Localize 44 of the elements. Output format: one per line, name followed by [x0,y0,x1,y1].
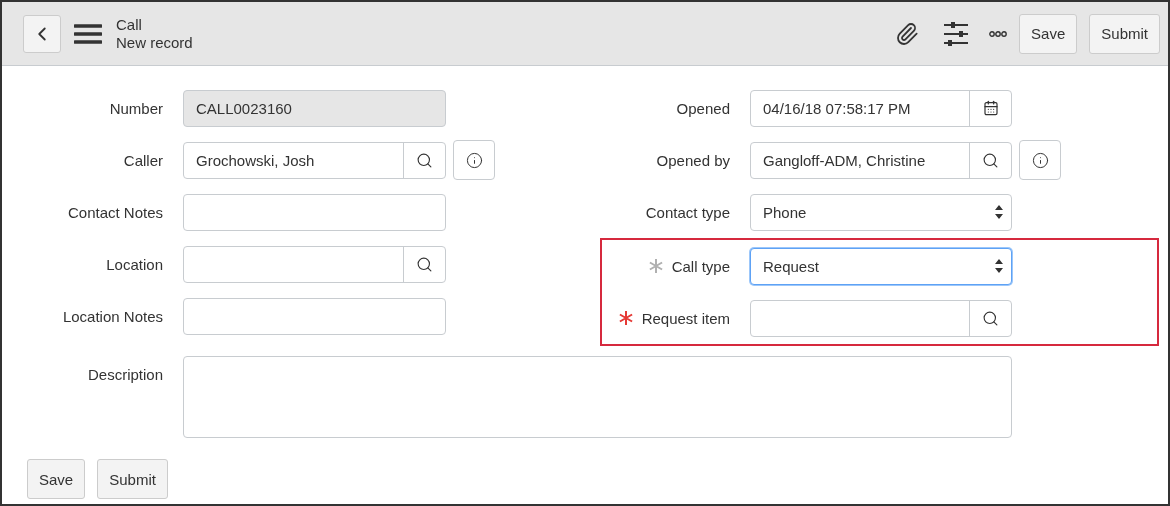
form-subtitle: New record [116,33,194,52]
search-icon[interactable] [416,255,433,273]
field-label: Contact type [645,203,730,221]
select-arrows-icon [995,259,1003,273]
date-field[interactable]: 04/16/18 07:58:17 PM [750,89,1012,127]
info-button[interactable] [453,140,495,180]
back-button[interactable] [23,14,61,53]
field-label: Number [109,99,163,117]
field-label: Contact Notes [67,203,163,221]
number-field: CALL0023160 [183,89,446,127]
lookup-field[interactable] [183,245,446,283]
search-icon[interactable] [982,309,999,327]
lookup-field[interactable] [750,299,1012,337]
more-icon[interactable] [989,30,1008,37]
header-button[interactable]: Submit [1089,13,1160,54]
field-label: Description [86,365,163,385]
lookup-field[interactable]: Grochowski, Josh [183,141,446,179]
field-label: Caller [123,151,163,169]
field-label: Call type [671,257,730,275]
field-label: Request item [641,309,730,327]
attachment-icon[interactable] [895,21,920,46]
field-label: Opened [676,99,730,117]
info-icon [1031,151,1049,169]
header-button[interactable]: Save [1019,13,1078,54]
info-icon [465,151,483,169]
field-label: Location Notes [62,307,163,325]
footer-button[interactable]: Save [27,459,86,499]
form-title: Call [116,15,143,34]
info-button[interactable] [1019,140,1061,180]
search-icon[interactable] [982,151,999,169]
field-label: Opened by [656,151,730,169]
sliders-icon[interactable] [943,20,970,47]
footer-button[interactable]: Submit [97,459,168,499]
input-field[interactable] [183,297,446,335]
search-icon[interactable] [416,151,433,169]
select-field[interactable]: Request [750,247,1012,285]
lookup-field[interactable]: Gangloff-ADM, Christine [750,141,1012,179]
calendar-icon[interactable] [982,100,999,116]
input-field[interactable] [183,193,446,231]
select-field[interactable]: Phone [750,193,1012,231]
description-field[interactable] [183,356,1012,438]
menu-icon[interactable] [74,22,102,45]
field-label: Location [106,255,163,273]
select-arrows-icon [995,205,1003,219]
